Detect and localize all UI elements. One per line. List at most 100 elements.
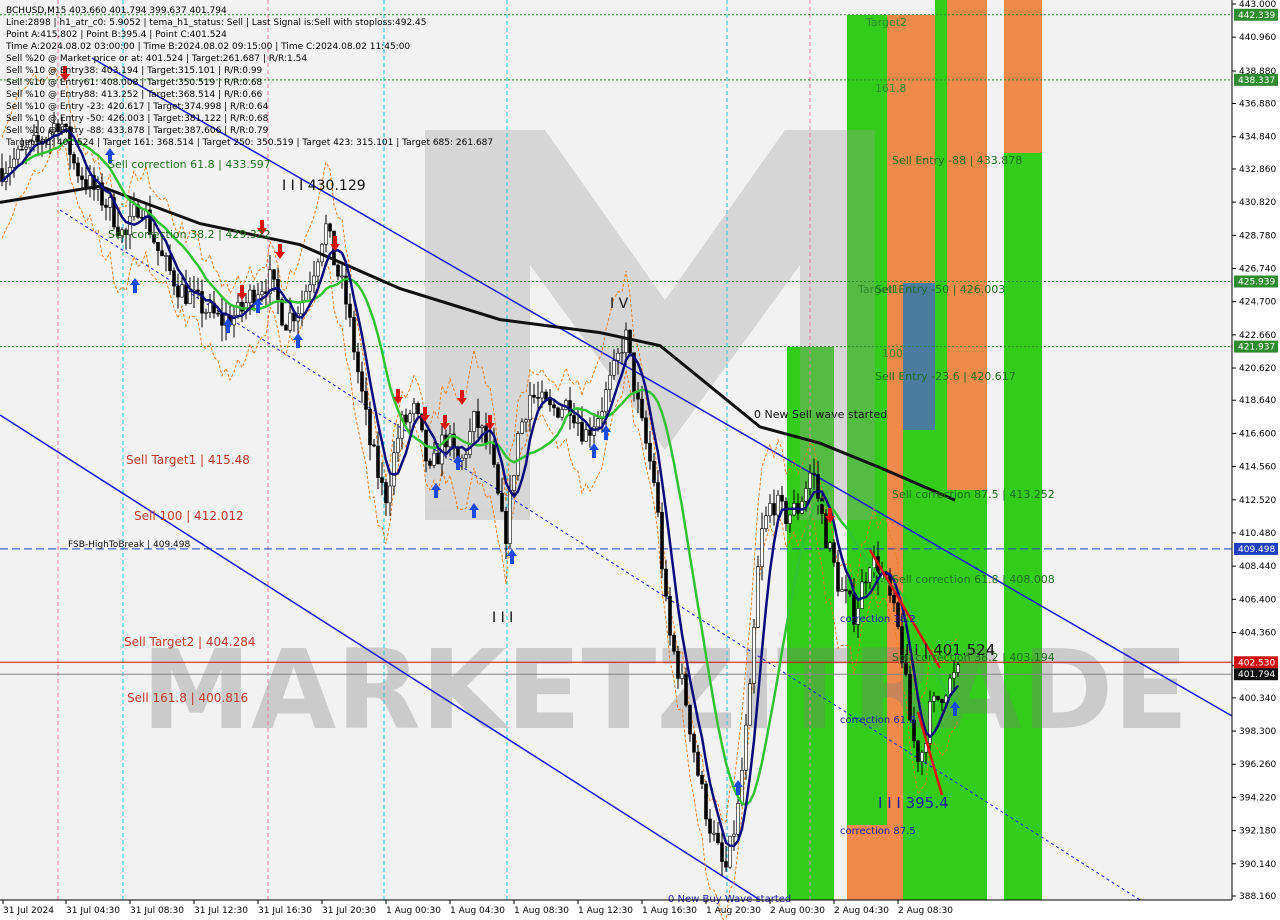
candle-body — [556, 407, 560, 418]
candle-body — [548, 399, 552, 406]
candle-body — [476, 411, 480, 429]
candle-body — [524, 419, 528, 423]
candle-body — [764, 515, 768, 529]
candle-body — [412, 403, 416, 415]
candle-body — [336, 264, 340, 277]
candle-body — [676, 651, 680, 679]
y-tick-label-14: 414.560 — [1239, 463, 1276, 473]
candle-body — [832, 542, 836, 563]
candle-body — [156, 242, 160, 252]
chart-label-5: 100 — [882, 347, 903, 360]
candle-body — [684, 673, 688, 706]
candle-body — [712, 832, 716, 835]
y-tick-label-0: 443.000 — [1239, 0, 1276, 10]
candle-body — [720, 842, 724, 862]
candle-body — [272, 269, 276, 280]
candle-body — [372, 444, 376, 447]
candle-body — [672, 634, 676, 652]
chart-label-6: Sell Entry -23.6 | 420.617 — [875, 370, 1016, 383]
candle-body — [328, 223, 332, 232]
chart-label-8: Sell correction 61.8 | 408.008 — [892, 573, 1055, 586]
zone-6 — [947, 0, 987, 490]
chart-label-10: Sell Target1 | 415.48 — [126, 453, 250, 467]
x-tick-label-14: 2 Aug 08:30 — [898, 906, 953, 916]
candle-body — [532, 394, 536, 398]
price-box-label-6: 401.794 — [1238, 670, 1275, 680]
x-tick-label-10: 1 Aug 16:30 — [642, 906, 697, 916]
candle-body — [844, 589, 848, 592]
y-tick-label-4: 434.840 — [1239, 133, 1276, 143]
candle-body — [920, 751, 924, 763]
chart-label-24: correction 61.8 — [840, 715, 916, 726]
candle-body — [612, 360, 616, 376]
zone-8 — [1004, 0, 1042, 153]
chart-label-18: I V — [610, 296, 629, 312]
candle-body — [180, 284, 184, 298]
candle-body — [868, 567, 872, 583]
candle-body — [392, 452, 396, 487]
candle-body — [652, 460, 656, 483]
y-tick-label-13: 416.600 — [1239, 429, 1276, 439]
y-tick-label-23: 396.260 — [1239, 760, 1276, 770]
candle-body — [668, 595, 672, 636]
candle-body — [132, 204, 136, 217]
candle-body — [692, 733, 696, 753]
y-tick-label-1: 440.960 — [1239, 33, 1276, 43]
info-line-9: Sell %10 @ Entry -50: 426.003 | Target:3… — [6, 114, 269, 124]
candle-body — [784, 500, 788, 524]
candle-body — [688, 704, 692, 735]
candle-body — [368, 409, 372, 446]
price-box-label-3: 421.937 — [1238, 343, 1275, 353]
y-tick-label-12: 418.640 — [1239, 396, 1276, 406]
candle-body — [588, 429, 592, 436]
price-box-label-1: 438.337 — [1238, 76, 1275, 86]
price-box-label-4: 409.498 — [1238, 545, 1275, 555]
candle-body — [716, 832, 720, 844]
candle-body — [620, 352, 624, 354]
candle-body — [528, 394, 532, 421]
candle-body — [780, 494, 784, 502]
candle-body — [76, 162, 80, 177]
chart-label-0: Target2 — [865, 16, 907, 29]
chart-label-1: 161.8 — [875, 82, 907, 95]
x-tick-label-2: 31 Jul 08:30 — [130, 906, 184, 916]
y-tick-label-17: 408.440 — [1239, 562, 1276, 572]
candle-body — [324, 223, 328, 245]
x-tick-label-7: 1 Aug 04:30 — [450, 906, 505, 916]
info-line-2: Point A:415.802 | Point B:395.4 | Point … — [6, 30, 227, 40]
chart-label-15: Sell correction 61.8 | 433.597 — [108, 158, 271, 171]
candle-body — [828, 542, 832, 549]
x-tick-label-6: 1 Aug 00:30 — [386, 906, 441, 916]
candle-body — [608, 374, 612, 391]
candle-body — [580, 422, 584, 442]
y-tick-label-3: 436.880 — [1239, 100, 1276, 110]
y-tick-label-21: 400.340 — [1239, 694, 1276, 704]
candle-body — [744, 724, 748, 771]
chart-label-2: Sell Entry -88 | 433.878 — [892, 154, 1022, 167]
candle-body — [16, 148, 20, 160]
candle-body — [696, 751, 700, 776]
candle-body — [500, 492, 504, 512]
y-tick-label-6: 430.820 — [1239, 198, 1276, 208]
candle-body — [576, 422, 580, 424]
x-tick-label-12: 2 Aug 00:30 — [770, 906, 825, 916]
candle-body — [188, 291, 192, 304]
candle-body — [88, 175, 92, 188]
candle-body — [804, 488, 808, 502]
candle-body — [808, 472, 812, 489]
candle-body — [428, 460, 432, 466]
chart-label-11: Sell 100 | 412.012 — [134, 509, 244, 523]
candle-body — [364, 390, 368, 410]
candle-body — [360, 371, 364, 392]
candle-body — [172, 270, 176, 287]
y-tick-label-22: 398.300 — [1239, 727, 1276, 737]
y-tick-label-9: 424.700 — [1239, 298, 1276, 308]
chart-label-7: Sell correction 87.5 | 413.252 — [892, 488, 1055, 501]
candle-body — [660, 512, 664, 570]
y-tick-label-5: 432.860 — [1239, 165, 1276, 175]
candle-body — [812, 472, 816, 475]
info-line-4: Sell %20 @ Market price or at: 401.524 |… — [6, 54, 307, 64]
candle-body — [416, 403, 420, 415]
candle-body — [932, 695, 936, 702]
candle-body — [80, 175, 84, 180]
